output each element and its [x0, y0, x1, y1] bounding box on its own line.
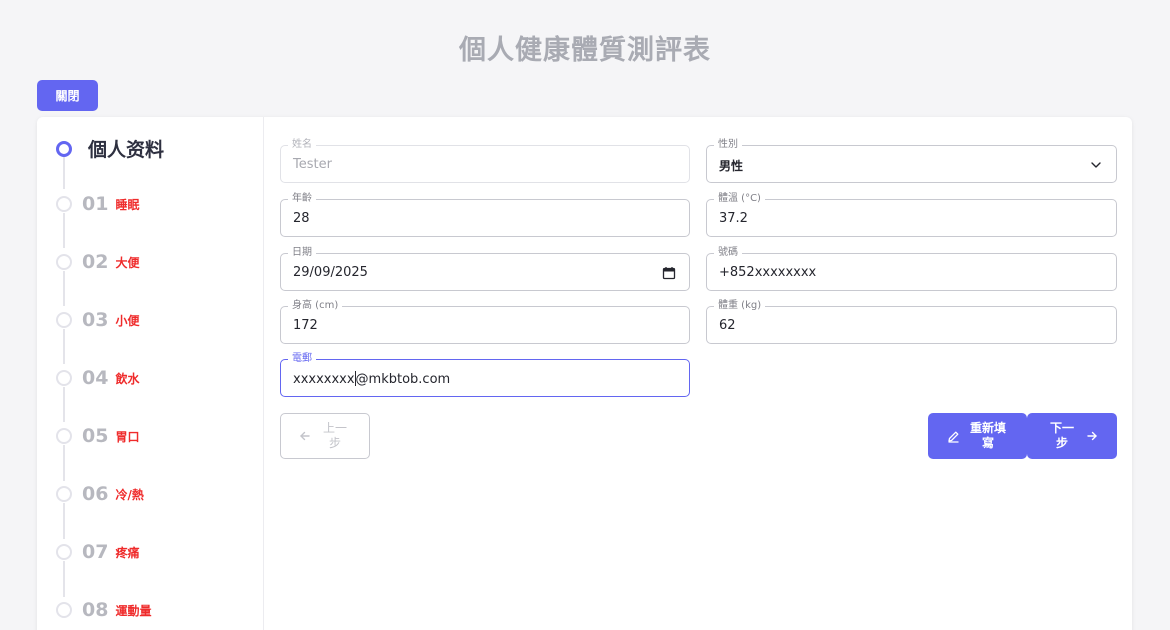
temperature-field-value: 37.2: [719, 211, 748, 226]
gender-select-label: 性別: [714, 139, 742, 151]
weight-field-label: 體重 (kg): [714, 300, 766, 312]
gender-select-value: 男性: [719, 159, 744, 173]
step-active-indicator: [56, 140, 72, 157]
email-field[interactable]: 電郵 xxxxxxxx@mkbtob.com: [280, 353, 690, 397]
step-exercise[interactable]: 08 運動量: [56, 599, 151, 621]
arrow-right-icon: [1086, 430, 1098, 442]
name-field[interactable]: 姓名 Tester: [280, 139, 690, 183]
step-number: 01: [82, 193, 109, 215]
pencil-icon: [947, 430, 960, 443]
name-field-label: 姓名: [288, 139, 316, 151]
step-label: 大便: [115, 255, 140, 270]
step-personal-info[interactable]: 個人资料: [56, 135, 164, 162]
step-urine[interactable]: 03 小便: [56, 309, 139, 331]
step-number: 03: [82, 309, 109, 331]
date-field-value: 29/09/2025: [293, 265, 368, 280]
step-connector: [63, 271, 65, 306]
weight-field-value: 62: [719, 318, 736, 333]
prev-step-button[interactable]: 上一步: [280, 413, 370, 459]
chevron-down-icon[interactable]: [1088, 157, 1104, 173]
step-connector: [63, 561, 65, 597]
height-field-label: 身高 (cm): [288, 300, 343, 312]
step-indicator: [56, 544, 72, 560]
age-field[interactable]: 年齡 28: [280, 193, 690, 237]
close-button[interactable]: 關閉: [37, 80, 98, 111]
step-indicator: [56, 254, 72, 270]
reset-button[interactable]: 重新填寫: [928, 413, 1027, 459]
step-indicator: [56, 370, 72, 386]
date-field[interactable]: 日期 29/09/2025: [280, 247, 690, 291]
step-number: 07: [82, 541, 109, 563]
prev-step-label: 上一步: [322, 421, 347, 450]
step-pain[interactable]: 07 疼痛: [56, 541, 139, 563]
step-sidebar: 個人资料 01 睡眠 02 大便 03 小便 04 飲水 05 胃口 06 冷/…: [37, 117, 264, 630]
form-card: 個人资料 01 睡眠 02 大便 03 小便 04 飲水 05 胃口 06 冷/…: [37, 117, 1132, 630]
reset-label: 重新填寫: [969, 421, 1006, 450]
gender-select[interactable]: 性別 男性: [706, 139, 1117, 183]
step-label: 運動量: [115, 603, 152, 618]
step-number: 06: [82, 483, 109, 505]
date-field-label: 日期: [288, 247, 316, 259]
calendar-icon[interactable]: [661, 265, 677, 281]
step-label: 睡眠: [115, 197, 140, 212]
step-connector: [63, 213, 65, 248]
age-field-label: 年齡: [288, 193, 316, 205]
next-step-button[interactable]: 下一步: [1027, 413, 1117, 459]
step-label: 胃口: [115, 429, 140, 444]
weight-field[interactable]: 體重 (kg) 62: [706, 300, 1117, 344]
height-field-value: 172: [293, 318, 318, 333]
step-cold-hot[interactable]: 06 冷/熱: [56, 483, 144, 505]
email-field-value: xxxxxxxx@mkbtob.com: [293, 371, 450, 388]
step-connector: [63, 445, 65, 481]
step-indicator: [56, 486, 72, 502]
step-stool[interactable]: 02 大便: [56, 251, 139, 273]
step-appetite[interactable]: 05 胃口: [56, 425, 139, 447]
step-number: 04: [82, 367, 109, 389]
step-indicator: [56, 428, 72, 444]
step-sleep[interactable]: 01 睡眠: [56, 193, 139, 215]
temperature-field-label: 體溫 (°C): [714, 193, 765, 205]
arrow-left-icon: [299, 430, 311, 442]
step-label: 疼痛: [115, 545, 140, 560]
step-number: 05: [82, 425, 109, 447]
step-connector: [63, 503, 65, 539]
page-title: 個人健康體質測評表: [459, 35, 711, 66]
step-label: 飲水: [115, 371, 140, 386]
email-value-before-cursor: xxxxxxxx: [293, 372, 355, 387]
step-label: 冷/熱: [115, 487, 144, 502]
step-number: 08: [82, 599, 109, 621]
step-indicator: [56, 602, 72, 618]
temperature-field[interactable]: 體溫 (°C) 37.2: [706, 193, 1117, 237]
step-label: 個人资料: [88, 139, 165, 161]
email-field-label: 電郵: [288, 353, 316, 365]
step-water[interactable]: 04 飲水: [56, 367, 139, 389]
email-value-after-cursor: @mkbtob.com: [355, 372, 451, 387]
step-indicator: [56, 312, 72, 328]
step-indicator: [56, 196, 72, 212]
step-connector: [63, 329, 65, 364]
height-field[interactable]: 身高 (cm) 172: [280, 300, 690, 344]
phone-field[interactable]: 號碼 +852xxxxxxxx: [706, 247, 1117, 291]
name-field-value: Tester: [293, 157, 332, 172]
step-connector: [63, 387, 65, 422]
phone-field-value: +852xxxxxxxx: [719, 265, 817, 280]
age-field-value: 28: [293, 211, 310, 226]
next-step-label: 下一步: [1049, 421, 1074, 450]
step-number: 02: [82, 251, 109, 273]
phone-field-label: 號碼: [714, 247, 742, 259]
step-label: 小便: [115, 313, 140, 328]
